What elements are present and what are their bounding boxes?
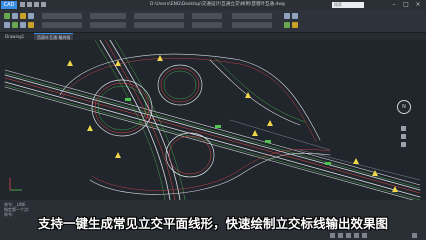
ortho-icon[interactable] bbox=[346, 233, 351, 238]
undo-icon[interactable] bbox=[41, 2, 46, 7]
ucs-icon bbox=[9, 178, 22, 191]
new-file-icon[interactable] bbox=[20, 2, 25, 7]
view-dropdown[interactable] bbox=[232, 22, 272, 28]
zoom-icon[interactable] bbox=[284, 13, 290, 19]
osnap-icon[interactable] bbox=[362, 233, 367, 238]
block-dropdown[interactable] bbox=[192, 13, 222, 19]
trim-icon[interactable] bbox=[28, 22, 34, 28]
title-bar: CAD D:\Users\ENG\Desktop\交通设计\互通立交\样例\苜蓿… bbox=[0, 0, 426, 10]
move-icon[interactable] bbox=[4, 22, 10, 28]
layout-dropdown[interactable] bbox=[232, 13, 272, 19]
zoom-nav-icon[interactable] bbox=[401, 134, 406, 139]
subtitle-caption: 支持一键生成常见立交平面线形，快速绘制立交标线输出效果图 bbox=[37, 216, 388, 231]
tab-drawing1[interactable]: Drawing1 bbox=[2, 33, 27, 40]
orbit-nav-icon[interactable] bbox=[401, 142, 406, 147]
snap-icon[interactable] bbox=[330, 233, 335, 238]
measure-icon[interactable] bbox=[284, 22, 290, 28]
document-tabs: Drawing1 苜蓿叶互通-最终版 bbox=[0, 33, 426, 41]
search-input[interactable] bbox=[332, 2, 364, 8]
drawing-canvas[interactable]: N bbox=[0, 39, 426, 203]
lineweight-dropdown[interactable] bbox=[90, 22, 126, 28]
layer-dropdown[interactable] bbox=[42, 13, 82, 19]
draw-arc-icon[interactable] bbox=[28, 13, 34, 19]
match-properties-icon[interactable] bbox=[292, 22, 298, 28]
draw-circle-icon[interactable] bbox=[20, 13, 26, 19]
minimize-icon[interactable]: – bbox=[388, 0, 400, 10]
interchange-drawing bbox=[4, 39, 421, 203]
app-logo[interactable]: CAD bbox=[1, 1, 17, 9]
text-style-dropdown[interactable] bbox=[134, 13, 184, 19]
properties-dropdown[interactable] bbox=[192, 22, 222, 28]
draw-polyline-icon[interactable] bbox=[12, 13, 18, 19]
polar-icon[interactable] bbox=[354, 233, 359, 238]
pan-nav-icon[interactable] bbox=[401, 126, 406, 131]
pan-icon[interactable] bbox=[292, 13, 298, 19]
window-title: D:\Users\ENG\Desktop\交通设计\互通立交\样例\苜蓿叶互通.… bbox=[150, 2, 285, 7]
dim-style-dropdown[interactable] bbox=[134, 22, 184, 28]
copy-icon[interactable] bbox=[12, 22, 18, 28]
draw-line-icon[interactable] bbox=[4, 13, 10, 19]
linetype-dropdown[interactable] bbox=[90, 13, 126, 19]
compass-icon[interactable]: N bbox=[397, 100, 411, 114]
close-icon[interactable]: × bbox=[412, 0, 424, 10]
rotate-icon[interactable] bbox=[20, 22, 26, 28]
grid-icon[interactable] bbox=[338, 233, 343, 238]
color-dropdown[interactable] bbox=[42, 22, 82, 28]
ribbon-toolbar bbox=[0, 10, 426, 33]
save-icon[interactable] bbox=[34, 2, 39, 7]
maximize-icon[interactable]: □ bbox=[400, 0, 412, 10]
open-file-icon[interactable] bbox=[27, 2, 32, 7]
settings-icon[interactable] bbox=[412, 233, 417, 238]
